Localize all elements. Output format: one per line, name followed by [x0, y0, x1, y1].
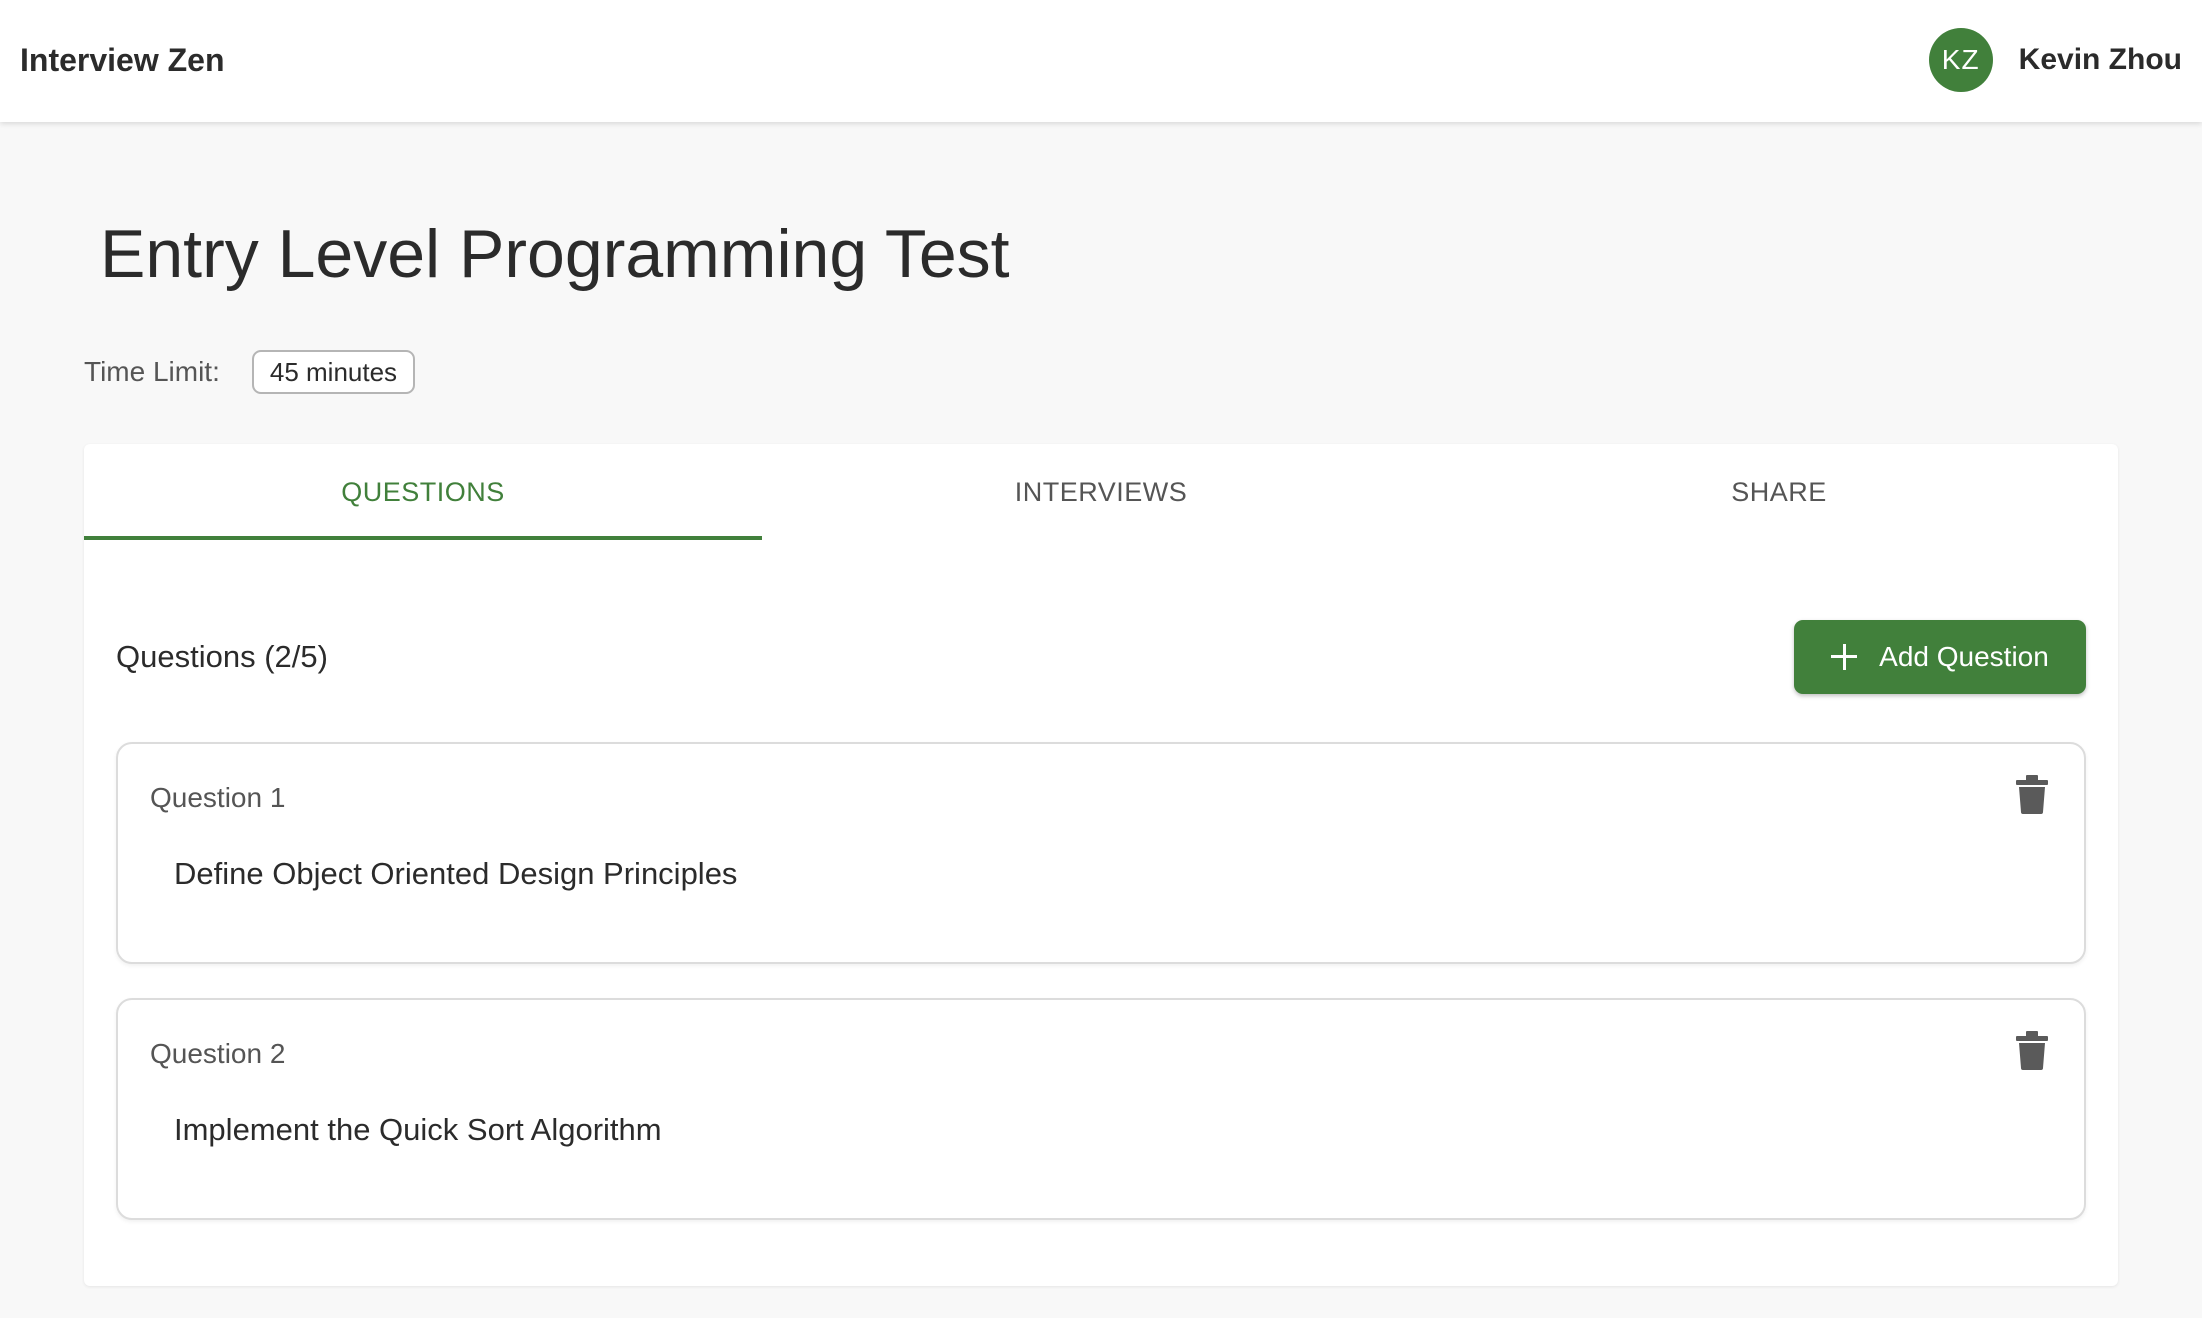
tab-bar: QUESTIONS INTERVIEWS SHARE [84, 444, 2118, 540]
time-limit-chip[interactable]: 45 minutes [251, 350, 416, 394]
tab-interviews[interactable]: INTERVIEWS [762, 444, 1440, 540]
user-name[interactable]: Kevin Zhou [2019, 43, 2182, 77]
user-menu[interactable]: KZ Kevin Zhou [1928, 28, 2182, 92]
questions-count-title: Questions (2/5) [116, 639, 328, 674]
top-app-bar: Interview Zen KZ Kevin Zhou [0, 0, 2202, 122]
test-card: QUESTIONS INTERVIEWS SHARE Questions (2/… [84, 444, 2118, 1286]
questions-header: Questions (2/5) Add Question [116, 620, 2086, 694]
page-title: Entry Level Programming Test [100, 216, 1010, 292]
question-card[interactable]: Question 1 Define Object Oriented Design… [116, 742, 2086, 964]
time-limit-label: Time Limit: [84, 356, 220, 387]
add-question-button[interactable]: Add Question [1794, 620, 2086, 694]
delete-question-button[interactable] [2012, 1028, 2052, 1072]
tab-questions[interactable]: QUESTIONS [84, 444, 762, 540]
question-label: Question 2 [150, 1038, 286, 1069]
question-label: Question 1 [150, 782, 286, 813]
delete-question-button[interactable] [2012, 772, 2052, 816]
time-limit-row: Time Limit: 45 minutes [84, 348, 416, 396]
trash-icon [2016, 775, 2048, 814]
tab-share[interactable]: SHARE [1440, 444, 2118, 540]
question-text: Define Object Oriented Design Principles [174, 856, 738, 891]
question-card[interactable]: Question 2 Implement the Quick Sort Algo… [116, 998, 2086, 1220]
question-text: Implement the Quick Sort Algorithm [174, 1112, 662, 1147]
plus-icon [1831, 644, 1858, 670]
avatar[interactable]: KZ [1928, 28, 1993, 92]
trash-icon [2016, 1031, 2048, 1070]
add-question-label: Add Question [1879, 641, 2049, 672]
app-title[interactable]: Interview Zen [20, 38, 225, 82]
